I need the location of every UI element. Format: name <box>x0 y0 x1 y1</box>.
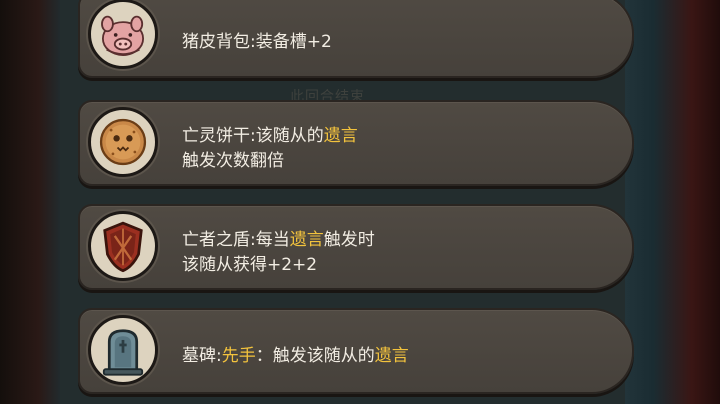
background-right <box>625 0 720 404</box>
pig-backpack-icon <box>88 0 158 69</box>
item-description-line1: 亡者之盾:每当遗言触发时 <box>182 230 375 250</box>
item-description: 亡者之盾:每当遗言触发时 该随从获得+2+2 <box>182 228 375 278</box>
item-description-line1: 猪皮背包:装备槽+2 <box>182 32 332 52</box>
item-card-tombstone[interactable]: 墓碑:先手：触发该随从的遗言 <box>78 308 634 394</box>
item-description: 亡灵饼干:该随从的遗言 触发次数翻倍 <box>182 124 358 174</box>
keyword-deathrattle: 遗言 <box>289 230 324 250</box>
item-card-pig-backpack[interactable]: 猪皮背包:装备槽+2 <box>78 0 634 78</box>
item-description-line1: 墓碑:先手：触发该随从的遗言 <box>182 346 409 366</box>
undead-cookie-icon <box>88 107 158 177</box>
item-card-undead-cookie[interactable]: 亡灵饼干:该随从的遗言 触发次数翻倍 <box>78 100 634 186</box>
keyword-deathrattle: 遗言 <box>374 346 409 366</box>
keyword-first-strike: 先手 <box>221 346 256 366</box>
item-description-line2: 该随从获得+2+2 <box>182 255 318 275</box>
item-description-line2: 触发次数翻倍 <box>182 151 284 171</box>
item-card-shield-of-the-dead[interactable]: 亡者之盾:每当遗言触发时 该随从获得+2+2 <box>78 204 634 290</box>
item-description: 猪皮背包:装备槽+2 <box>182 30 332 55</box>
keyword-deathrattle: 遗言 <box>323 126 358 146</box>
item-description-line1: 亡灵饼干:该随从的遗言 <box>182 126 358 146</box>
item-description: 墓碑:先手：触发该随从的遗言 <box>182 344 409 369</box>
shield-icon <box>88 211 158 281</box>
tombstone-icon <box>88 315 158 385</box>
